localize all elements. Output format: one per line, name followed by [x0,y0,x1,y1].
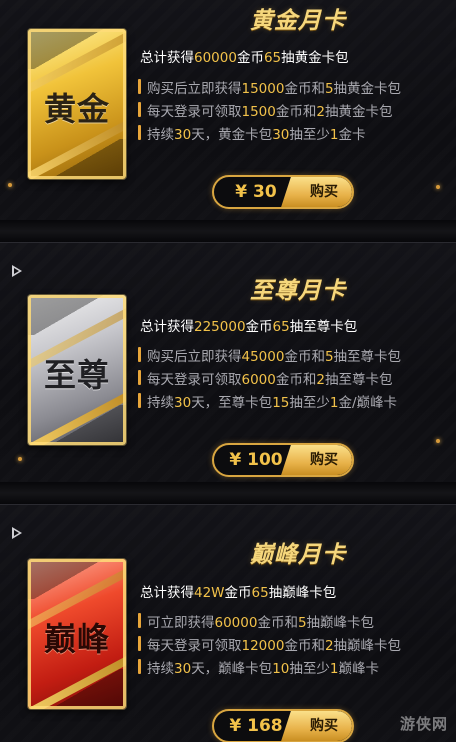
card-panel-supreme: 至尊月卡 至尊 总计获得225000金币65抽至尊卡包 购买后立即获得45000… [0,242,456,482]
card-panel-gold: 黄金月卡 黄金 总计获得60000金币65抽黄金卡包 购买后立即获得15000金… [0,0,456,220]
benefit-item: 每天登录可领取6000金币和2抽至尊卡包 [138,368,392,388]
card-summary: 总计获得60000金币65抽黄金卡包 [140,50,349,66]
monthly-card-shop: 黄金月卡 黄金 总计获得60000金币65抽黄金卡包 购买后立即获得15000金… [0,0,456,742]
benefit-item: 购买后立即获得15000金币和5抽黄金卡包 [138,77,401,97]
benefit-item: 持续30天，黄金卡包30抽至少1金卡 [138,123,365,143]
buy-label: 购买 [296,177,352,207]
gold-card-image: 黄金 [28,29,126,179]
buy-supreme-card-button[interactable]: ¥ 100 购买 [212,443,354,477]
benefit-item: 每天登录可领取12000金币和2抽巅峰卡包 [138,634,401,654]
benefit-item: 每天登录可领取1500金币和2抽黄金卡包 [138,100,392,120]
supreme-card-image: 至尊 [28,295,126,445]
card-title: 巅峰月卡 [250,542,346,568]
card-summary: 总计获得42W金币65抽巅峰卡包 [140,585,337,601]
benefit-item: 持续30天，至尊卡包15抽至少1金/巅峰卡 [138,391,397,411]
card-panel-peak: 巅峰月卡 巅峰 总计获得42W金币65抽巅峰卡包 可立即获得60000金币和5抽… [0,504,456,742]
card-summary: 总计获得225000金币65抽至尊卡包 [140,319,358,335]
buy-label: 购买 [296,711,352,741]
watermark-logo: 游侠网 [399,715,448,733]
buy-label: 购买 [296,445,352,475]
peak-card-image: 巅峰 [28,559,126,709]
benefit-item: 持续30天，巅峰卡包10抽至少1巅峰卡 [138,657,379,677]
buy-gold-card-button[interactable]: ¥ 30 购买 [212,175,354,209]
benefit-item: 购买后立即获得45000金币和5抽至尊卡包 [138,345,401,365]
play-icon [12,527,22,539]
card-title: 黄金月卡 [250,8,346,34]
card-title: 至尊月卡 [250,278,346,304]
benefit-item: 可立即获得60000金币和5抽巅峰卡包 [138,611,374,631]
buy-peak-card-button[interactable]: ¥ 168 购买 [212,709,354,742]
play-icon [12,265,22,277]
